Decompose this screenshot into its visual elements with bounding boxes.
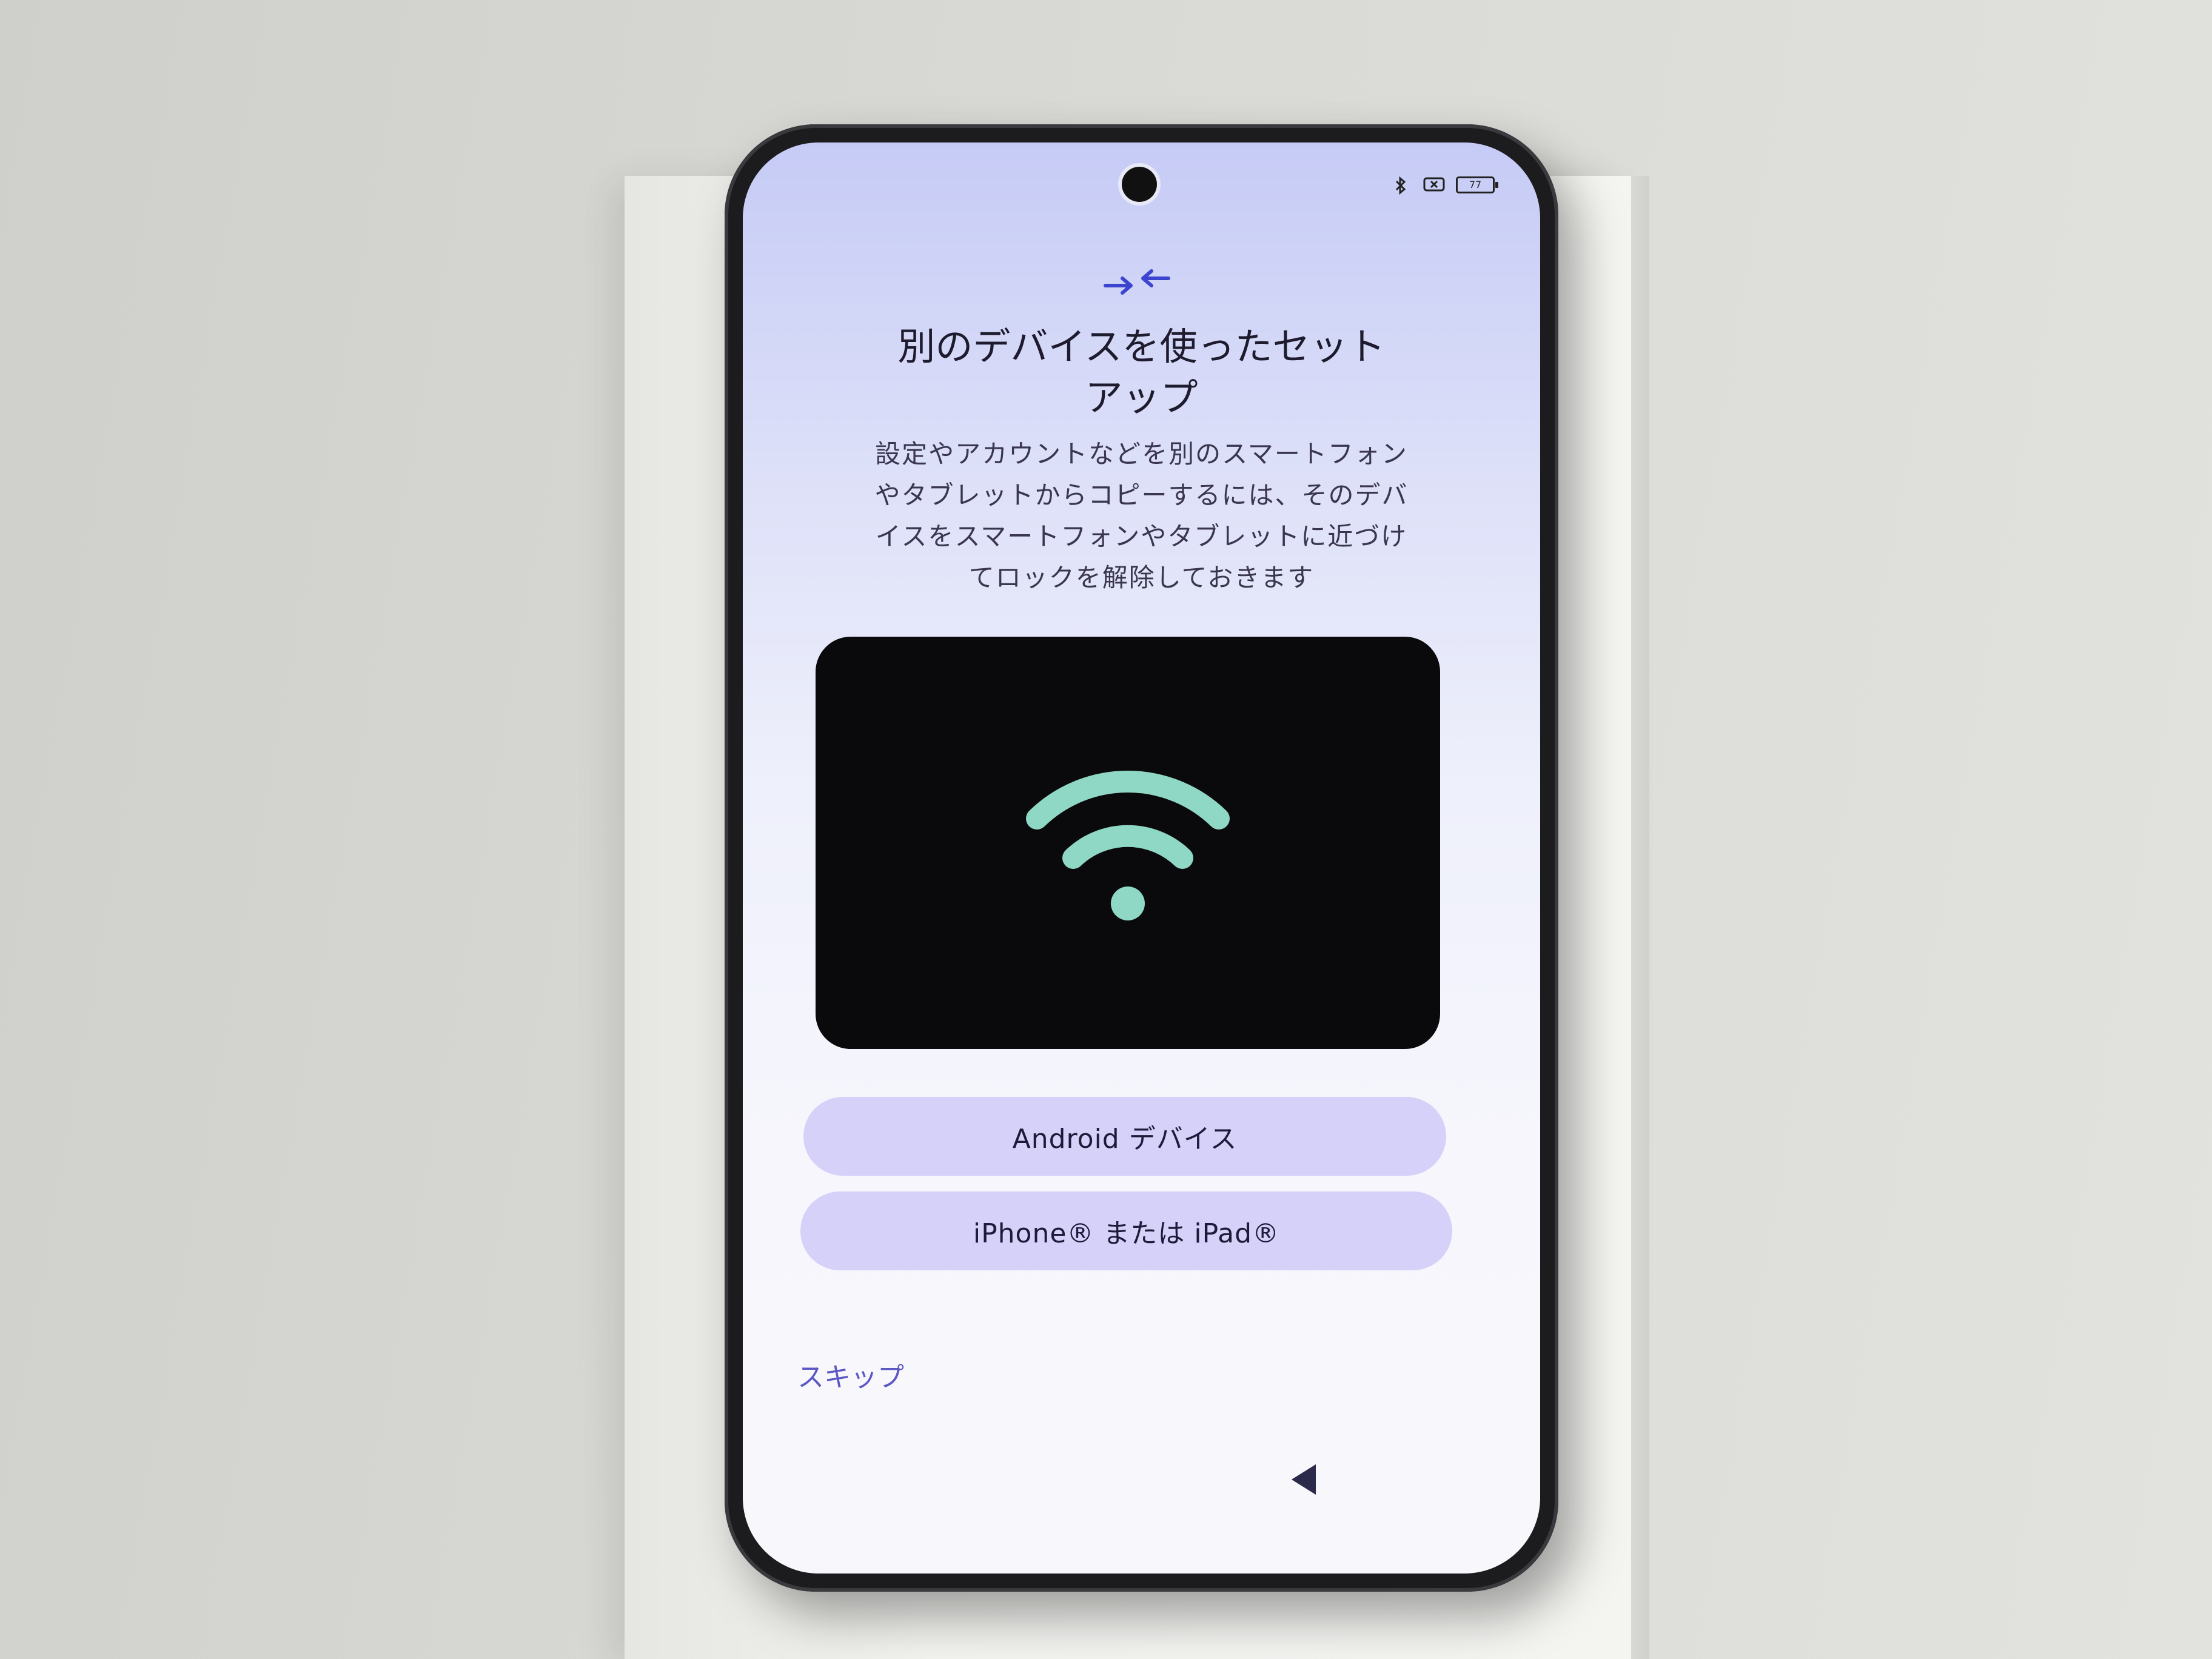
phone-device: 77 別のデバイスを使ったセット アップ 設定やアカウントなどを別のスマートフォ… bbox=[725, 124, 1558, 1592]
status-bar: 77 bbox=[1390, 176, 1498, 195]
page-description: 設定やアカウントなどを別のスマートフォン やタブレットからコピーするには、そのデ… bbox=[809, 434, 1473, 598]
description-line: てロックを解除しておきます bbox=[968, 563, 1315, 592]
battery-icon: 77 bbox=[1456, 176, 1498, 193]
wifi-icon bbox=[1026, 771, 1230, 920]
page-title-line: 別のデバイスを使ったセット bbox=[897, 324, 1386, 369]
page-title-line: アップ bbox=[1085, 375, 1198, 420]
skip-button[interactable]: スキップ bbox=[797, 1355, 904, 1394]
android-device-button[interactable]: Android デバイス bbox=[803, 1097, 1446, 1176]
illustration-card bbox=[816, 637, 1440, 1049]
back-triangle-icon[interactable] bbox=[1289, 1461, 1319, 1498]
connect-arrows-icon bbox=[1104, 269, 1170, 295]
front-camera bbox=[1122, 167, 1157, 202]
page-title: 別のデバイスを使ったセット アップ bbox=[791, 321, 1492, 423]
bluetooth-icon bbox=[1390, 176, 1411, 195]
battery-level: 77 bbox=[1469, 179, 1482, 190]
iphone-ipad-button[interactable]: iPhone® または iPad® bbox=[800, 1191, 1452, 1270]
product-box-edge bbox=[1631, 176, 1649, 1659]
description-line: 設定やアカウントなどを別のスマートフォン bbox=[875, 439, 1408, 469]
no-sim-icon bbox=[1423, 176, 1445, 194]
setup-screen: 77 別のデバイスを使ったセット アップ 設定やアカウントなどを別のスマートフォ… bbox=[743, 142, 1540, 1574]
description-line: イスをスマートフォンやタブレットに近づけ bbox=[875, 521, 1408, 551]
description-line: やタブレットからコピーするには、そのデバ bbox=[874, 480, 1409, 510]
